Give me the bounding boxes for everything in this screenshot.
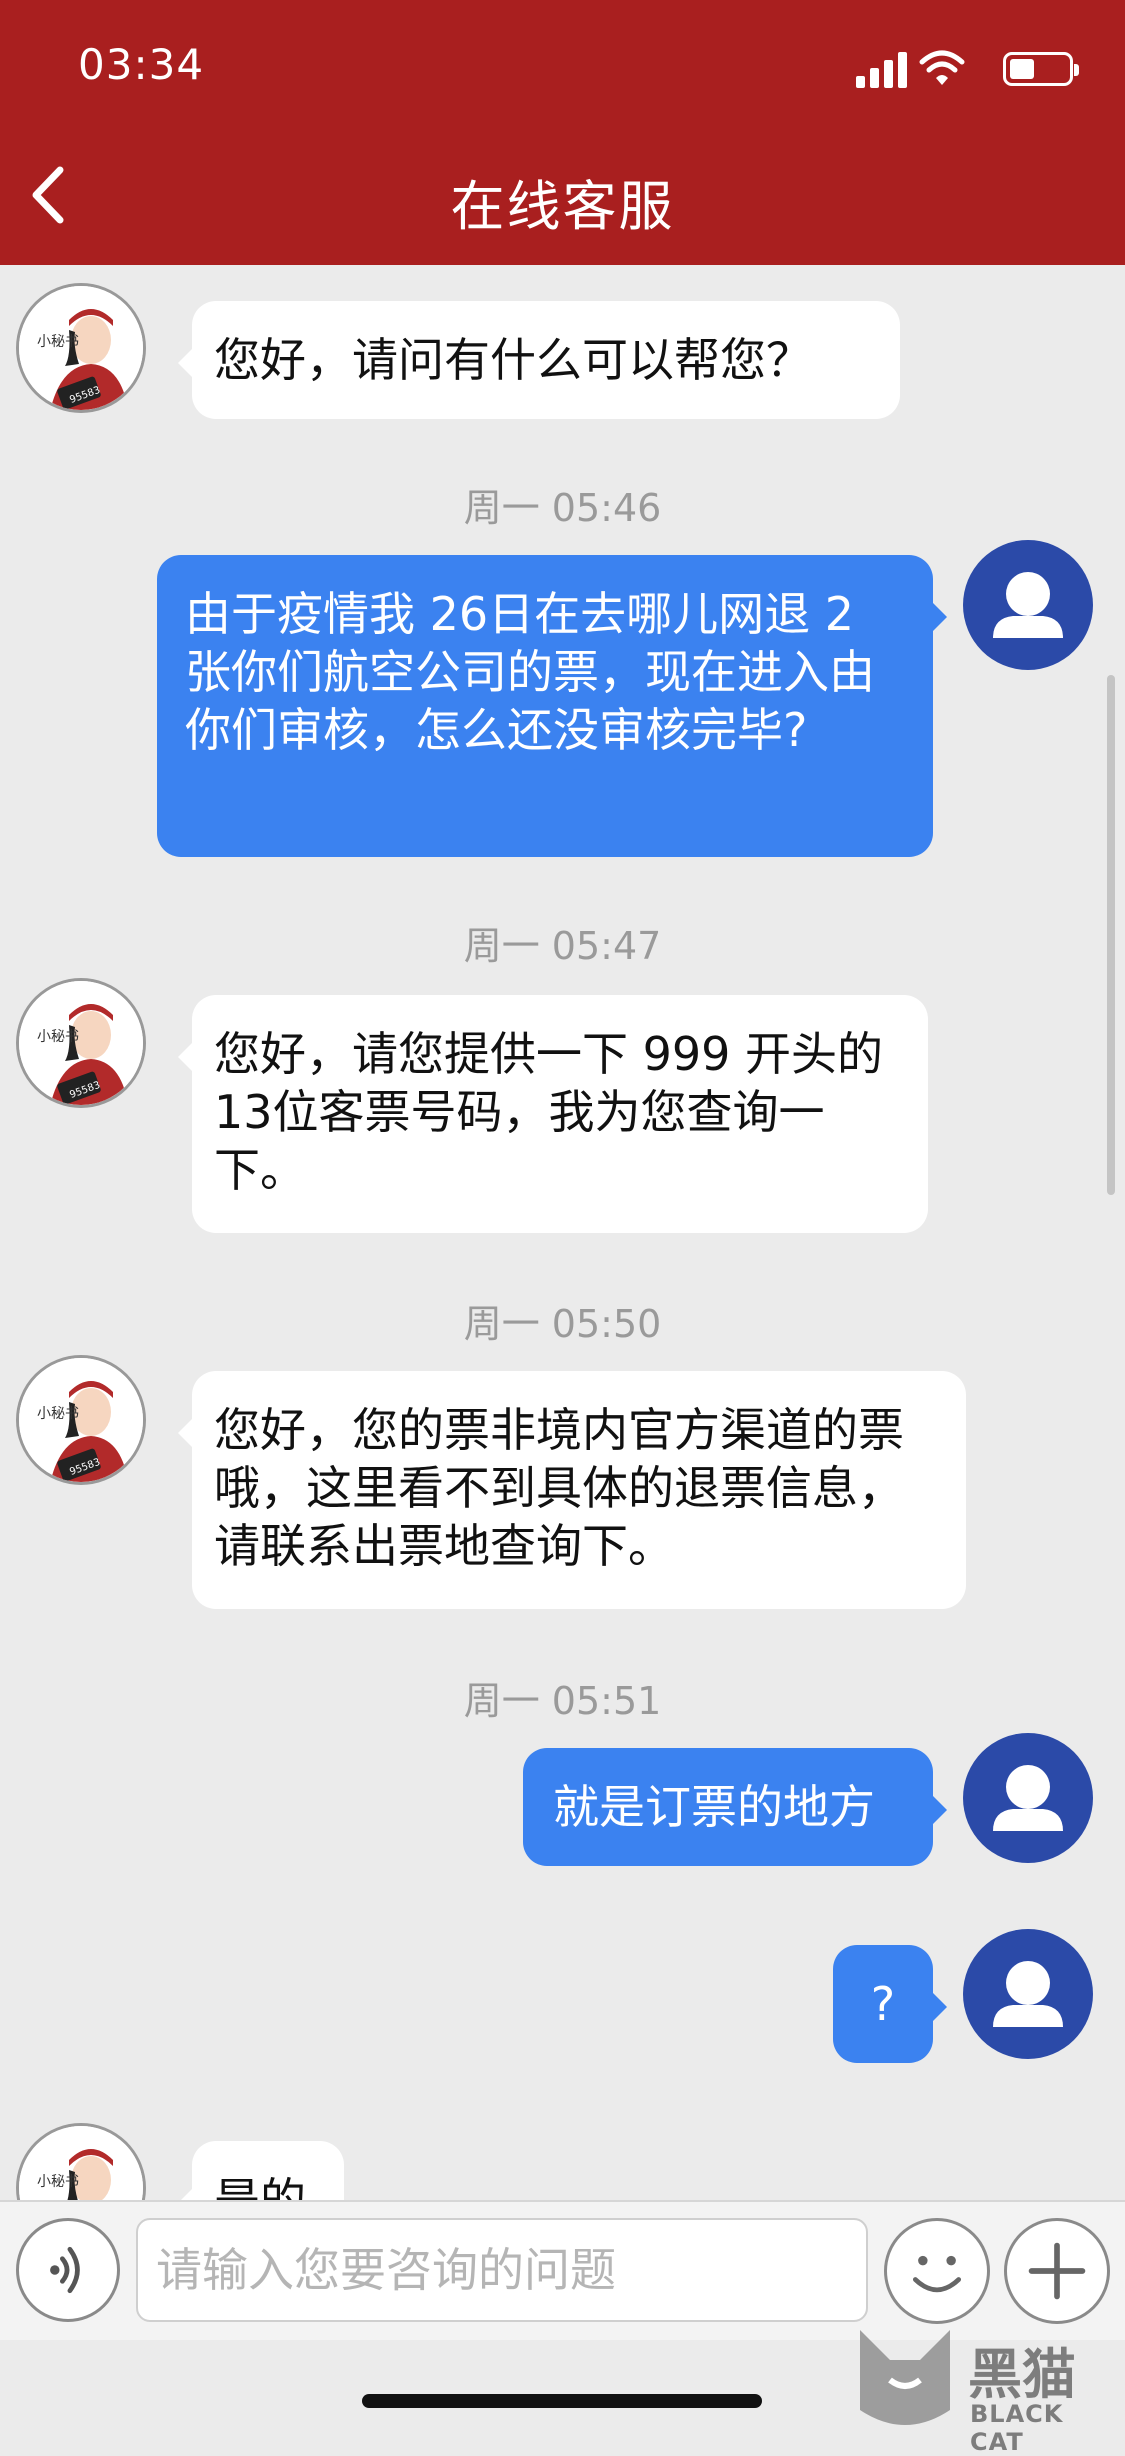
status-icons bbox=[825, 48, 1085, 92]
svg-text:小秘书: 小秘书 bbox=[37, 334, 79, 350]
timestamp: 周一 05:46 bbox=[463, 486, 662, 530]
agent-avatar-icon: 小秘书 95583 bbox=[19, 981, 143, 1105]
agent-message: 您好，请问有什么可以帮您？ bbox=[178, 301, 900, 419]
input-bar bbox=[0, 2200, 1125, 2340]
svg-text:小秘书: 小秘书 bbox=[37, 1029, 79, 1045]
message-input[interactable] bbox=[136, 2218, 868, 2322]
svg-text:小秘书: 小秘书 bbox=[37, 2174, 79, 2190]
agent-avatar-icon: 小秘书 95583 bbox=[19, 286, 143, 410]
home-indicator[interactable] bbox=[362, 2394, 762, 2408]
user-icon bbox=[993, 572, 1063, 638]
header: 03:34 在线客服 bbox=[0, 0, 1125, 265]
svg-text:小秘书: 小秘书 bbox=[37, 1406, 79, 1422]
user-avatar bbox=[963, 1929, 1093, 2059]
user-icon bbox=[993, 1961, 1063, 2027]
agent-avatar: 小秘书 95583 bbox=[16, 283, 146, 413]
agent-message: 您好，请您提供一下 999 开头的13位客票号码，我为您查询一下。 bbox=[178, 995, 928, 1233]
timestamp: 周一 05:47 bbox=[463, 924, 662, 968]
status-time: 03:34 bbox=[78, 40, 205, 89]
user-avatar bbox=[963, 1733, 1093, 1863]
timestamp: 周一 05:50 bbox=[463, 1302, 662, 1346]
user-message: 就是订票的地方 bbox=[523, 1748, 947, 1866]
watermark-logo: 黑猫 BLACK CAT bbox=[850, 2320, 1120, 2456]
agent-message: 您好，您的票非境内官方渠道的票哦，这里看不到具体的退票信息，请联系出票地查询下。 bbox=[178, 1371, 966, 1609]
agent-avatar: 小秘书 bbox=[16, 2123, 146, 2200]
user-message: ? bbox=[833, 1945, 947, 2063]
voice-button[interactable] bbox=[16, 2218, 120, 2322]
agent-message: 是的 bbox=[178, 2141, 344, 2200]
watermark-subtext: BLACK CAT bbox=[970, 2400, 1064, 2456]
user-message: 由于疫情我 26日在去哪儿网退 2 张你们航空公司的票，现在进入由你们审核，怎么… bbox=[157, 555, 947, 857]
timestamp: 周一 05:51 bbox=[463, 1679, 662, 1723]
page-title: 在线客服 bbox=[450, 175, 675, 238]
signal-icon bbox=[856, 52, 910, 88]
wifi-icon bbox=[919, 50, 965, 85]
user-icon bbox=[993, 1765, 1063, 1831]
agent-avatar: 小秘书 95583 bbox=[16, 978, 146, 1108]
scrollbar[interactable] bbox=[1107, 675, 1115, 1195]
black-cat-logo-icon bbox=[860, 2330, 950, 2425]
watermark-text: 黑猫 bbox=[968, 2343, 1076, 2406]
chat-area[interactable]: 小秘书 95583 您好，请问有什么可以帮您？ 周一 05:46 由于疫情我 2… bbox=[0, 265, 1125, 2200]
emoji-button[interactable] bbox=[884, 2218, 990, 2324]
battery-icon bbox=[1003, 52, 1079, 86]
user-avatar bbox=[963, 540, 1093, 670]
agent-avatar: 小秘书 95583 bbox=[16, 1355, 146, 1485]
agent-avatar-icon: 小秘书 95583 bbox=[19, 1358, 143, 1482]
add-button[interactable] bbox=[1004, 2218, 1110, 2324]
agent-avatar-icon: 小秘书 bbox=[19, 2126, 143, 2200]
